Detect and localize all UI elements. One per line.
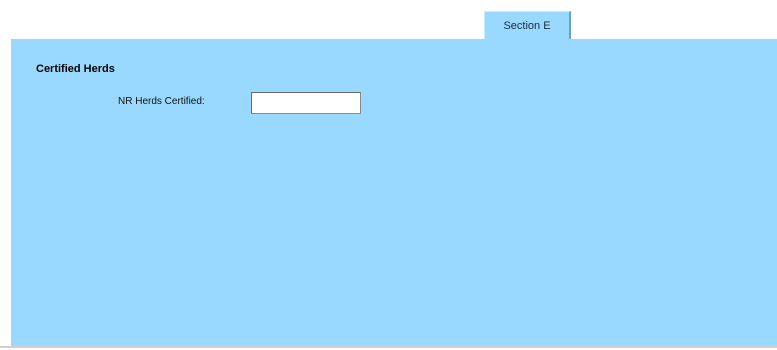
form-page: Section E Certified Herds NR Herds Certi…: [0, 0, 777, 350]
nr-herds-certified-label: NR Herds Certified:: [118, 96, 205, 107]
section-title: Certified Herds: [36, 63, 115, 75]
section-e-panel: Certified Herds NR Herds Certified:: [11, 39, 777, 346]
nr-herds-certified-input[interactable]: [251, 92, 361, 114]
bottom-divider: [0, 346, 777, 348]
tab-section-e[interactable]: Section E: [484, 11, 571, 40]
